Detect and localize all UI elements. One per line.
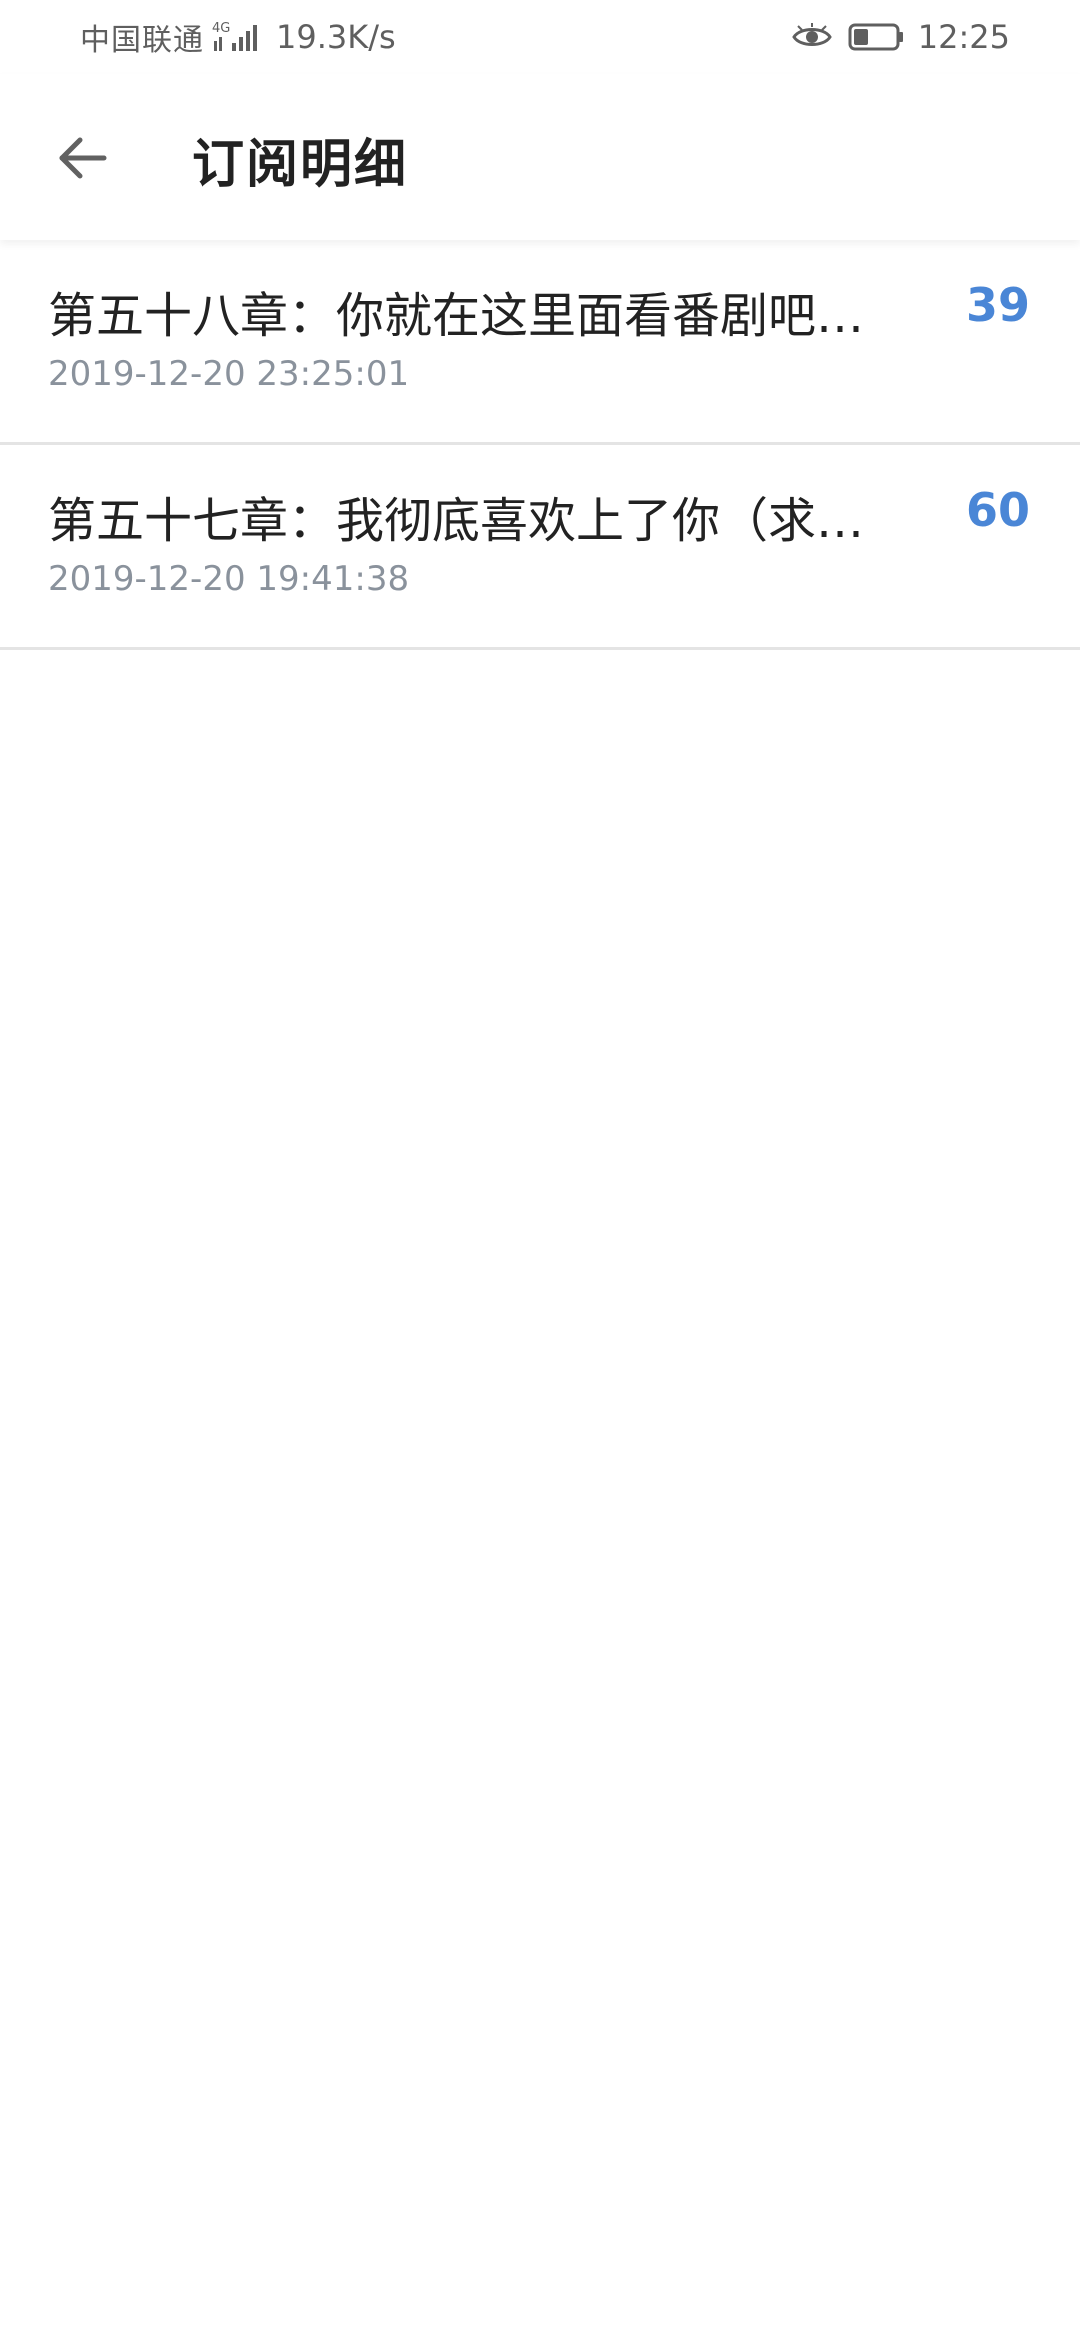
- subscription-list: 第五十八章：你就在这里面看番剧吧… 2019-12-20 23:25:01 39…: [0, 240, 1080, 650]
- page-title: 订阅明细: [192, 135, 409, 195]
- network-speed: 19.3K/s: [276, 18, 396, 56]
- network-type-label: 4G: [212, 21, 230, 36]
- chapter-title: 第五十七章：我彻底喜欢上了你（求…: [48, 493, 865, 549]
- app-bar: 订阅明细: [0, 74, 1080, 240]
- subscription-list-item[interactable]: 第五十八章：你就在这里面看番剧吧… 2019-12-20 23:25:01 39: [0, 240, 1080, 445]
- clock: 12:25: [917, 18, 1010, 56]
- status-right: 12:25: [792, 16, 1010, 58]
- chapter-title: 第五十八章：你就在这里面看番剧吧…: [48, 288, 865, 344]
- subscription-list-item[interactable]: 第五十七章：我彻底喜欢上了你（求… 2019-12-20 19:41:38 60: [0, 445, 1080, 650]
- signal-icon: 4G: [212, 21, 257, 51]
- arrow-left-icon: [59, 137, 107, 179]
- carrier-name: 中国联通: [80, 23, 204, 58]
- eye-icon: [792, 23, 832, 46]
- subscription-cost: 60: [965, 483, 1030, 537]
- back-button[interactable]: [42, 118, 122, 198]
- subscription-timestamp: 2019-12-20 19:41:38: [48, 559, 410, 599]
- screen: 中国联通 4G 19.3K/s 12:25 订阅明细 第五十八章：你就在这里面看…: [0, 0, 1080, 2340]
- status-bar: 中国联通 4G 19.3K/s 12:25: [0, 0, 1080, 74]
- subscription-timestamp: 2019-12-20 23:25:01: [48, 354, 410, 394]
- status-left: 中国联通 4G 19.3K/s: [80, 16, 396, 58]
- battery-icon: [848, 23, 903, 51]
- subscription-cost: 39: [965, 278, 1030, 332]
